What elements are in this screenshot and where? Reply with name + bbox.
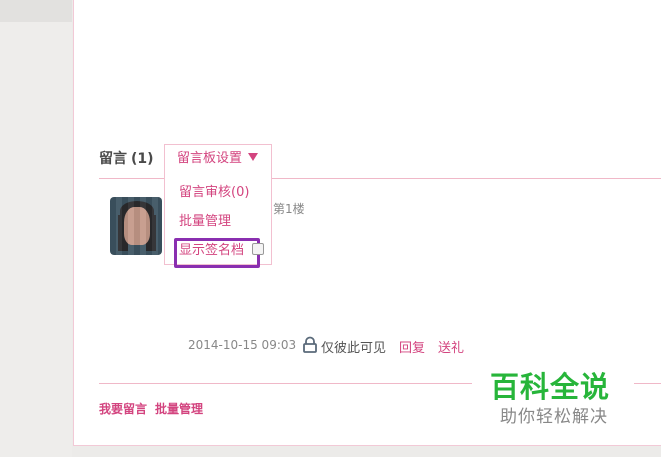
caret-down-icon [248,153,259,161]
menu-item-show-signature-label: 显示签名档 [179,243,245,258]
send-gift-link[interactable]: 送礼 [438,337,464,356]
message-count: (1) [131,151,154,167]
left-sidebar-strip [0,0,72,457]
board-settings-menu: 留言审核(0) 批量管理 显示签名档 [164,173,272,268]
watermark-subtitle: 助你轻松解决 [500,407,608,427]
menu-item-batch-manage[interactable]: 批量管理 [174,210,260,268]
menu-item-show-signature[interactable]: 显示签名档 [179,239,265,258]
guestbook-heading: 留言 (1) [99,148,154,168]
board-settings-dropdown-toggle[interactable]: 留言板设置 [164,144,272,174]
floor-number: 第1楼 [273,202,305,216]
message-timestamp: 2014-10-15 09:03 [188,338,297,352]
avatar[interactable] [110,197,162,255]
menu-item-batch-manage-label: 批量管理 [179,214,232,229]
guestbook-heading-label: 留言 [99,151,127,167]
leave-message-link[interactable]: 我要留言 [99,400,147,417]
lock-icon [303,336,317,353]
reply-link[interactable]: 回复 [399,337,425,356]
visibility-status: 仅彼此可见 [321,341,387,356]
board-settings-label: 留言板设置 [177,151,243,166]
show-signature-checkbox[interactable] [252,243,265,255]
menu-item-message-review[interactable]: 留言审核(0) [179,181,249,200]
watermark-title: 百科全说 [490,370,611,404]
batch-manage-link[interactable]: 批量管理 [155,400,203,417]
left-strip-shade [0,0,72,22]
